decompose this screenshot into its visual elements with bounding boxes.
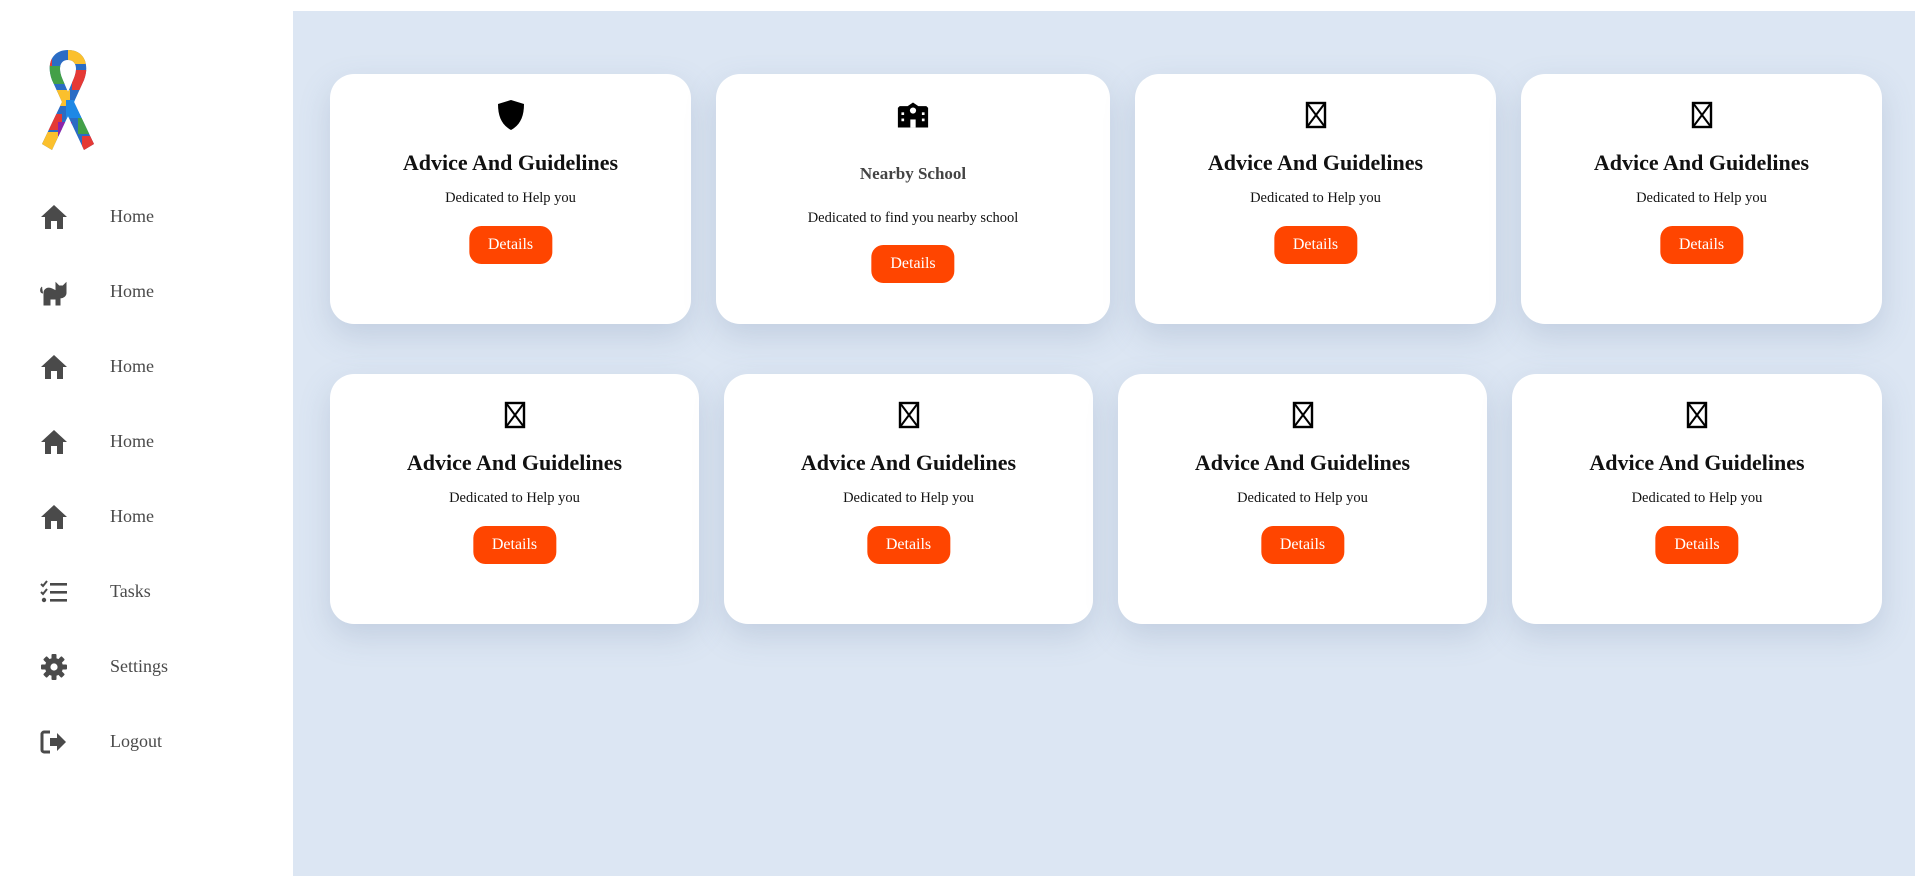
missing-glyph-icon (1287, 398, 1319, 432)
sidebar-item-label: Home (110, 356, 154, 376)
card-title: Advice And Guidelines (1207, 150, 1424, 175)
missing-glyph-icon (893, 398, 925, 432)
sidebar-item-tasks[interactable]: Tasks (0, 554, 293, 629)
details-button[interactable]: Details (468, 226, 553, 264)
sidebar-item-label: Settings (110, 656, 169, 676)
sidebar-item-settings[interactable]: Settings (0, 629, 293, 704)
card-advice-3: Advice And Guidelines Dedicated to Help … (1521, 74, 1882, 324)
details-button[interactable]: Details (866, 526, 951, 564)
home-icon (38, 426, 70, 458)
card-title: Advice And Guidelines (406, 450, 623, 475)
sidebar-nav: Home Home Home Home Home Tasks Settings … (0, 179, 293, 779)
sidebar-item-label: Home (110, 506, 154, 526)
sidebar-item-label: Home (110, 206, 154, 226)
sidebar-item-logout[interactable]: Logout (0, 704, 293, 779)
card-advice-5: Advice And Guidelines Dedicated to Help … (724, 374, 1093, 624)
sidebar-item-label: Logout (110, 731, 162, 751)
card-title: Nearby School (859, 164, 967, 183)
missing-glyph-icon (499, 398, 531, 432)
tasks-icon (38, 576, 70, 608)
sidebar-item-label: Tasks (110, 581, 151, 601)
sidebar-item-label: Home (110, 281, 154, 301)
home-icon (38, 351, 70, 383)
card-subtitle: Dedicated to Help you (1631, 490, 1763, 506)
card-advice-7: Advice And Guidelines Dedicated to Help … (1512, 374, 1882, 624)
shield-icon (495, 98, 527, 132)
cat-icon (38, 276, 70, 308)
card-subtitle: Dedicated to Help you (449, 490, 580, 506)
card-title: Advice And Guidelines (1589, 450, 1805, 475)
card-subtitle: Dedicated to Help you (1237, 490, 1368, 506)
card-title: Advice And Guidelines (402, 150, 619, 175)
missing-glyph-icon (1686, 98, 1718, 132)
sidebar: Home Home Home Home Home Tasks Settings … (0, 0, 293, 876)
card-subtitle: Dedicated to find you nearby school (807, 210, 1019, 226)
missing-glyph-icon (1300, 98, 1332, 132)
card-advice-6: Advice And Guidelines Dedicated to Help … (1118, 374, 1487, 624)
logout-icon (38, 726, 70, 758)
details-button[interactable]: Details (1655, 526, 1739, 564)
sidebar-item-home-3[interactable]: Home (0, 329, 293, 404)
card-subtitle: Dedicated to Help you (1250, 190, 1381, 206)
card-title: Advice And Guidelines (800, 450, 1017, 475)
main-content: Advice And Guidelines Dedicated to Help … (293, 11, 1915, 876)
card-advice-1: Advice And Guidelines Dedicated to Help … (330, 74, 691, 324)
details-button[interactable]: Details (1659, 226, 1744, 264)
card-subtitle: Dedicated to Help you (445, 190, 576, 206)
sidebar-item-home-1[interactable]: Home (0, 179, 293, 254)
home-icon (38, 201, 70, 233)
card-advice-2: Advice And Guidelines Dedicated to Help … (1135, 74, 1496, 324)
details-button[interactable]: Details (1260, 526, 1345, 564)
sidebar-item-home-4[interactable]: Home (0, 404, 293, 479)
missing-glyph-icon (1681, 398, 1713, 432)
card-subtitle: Dedicated to Help you (843, 490, 974, 506)
card-title: Advice And Guidelines (1593, 150, 1810, 175)
details-button[interactable]: Details (871, 245, 955, 283)
home-icon (38, 501, 70, 533)
details-button[interactable]: Details (472, 526, 557, 564)
school-icon (897, 98, 929, 132)
sidebar-item-home-5[interactable]: Home (0, 479, 293, 554)
card-advice-4: Advice And Guidelines Dedicated to Help … (330, 374, 699, 624)
card-title: Advice And Guidelines (1194, 450, 1411, 475)
details-button[interactable]: Details (1273, 226, 1358, 264)
sidebar-item-home-2[interactable]: Home (0, 254, 293, 329)
card-subtitle: Dedicated to Help you (1636, 190, 1767, 206)
autism-ribbon-logo (22, 44, 114, 156)
gear-icon (38, 651, 70, 683)
sidebar-item-label: Home (110, 431, 154, 451)
card-nearby-school: Nearby School Dedicated to find you near… (716, 74, 1110, 324)
